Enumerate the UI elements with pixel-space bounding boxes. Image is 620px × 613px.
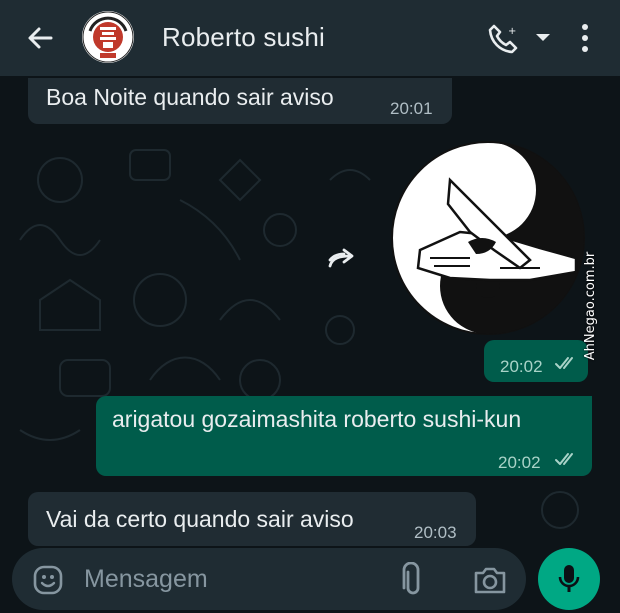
chat-header: Roberto sushi + — [0, 0, 620, 76]
camera-button[interactable] — [472, 564, 508, 596]
chat-title[interactable]: Roberto sushi — [162, 22, 325, 53]
message-text: Vai da certo quando sair aviso — [46, 506, 354, 532]
forward-icon — [328, 248, 354, 268]
sticker-yin-yang[interactable] — [390, 140, 586, 336]
message-text: arigatou gozaimashita roberto sushi-kun — [112, 406, 522, 432]
emoji-icon — [33, 565, 63, 595]
message-time: 20:02 — [500, 357, 543, 376]
phone-icon: + — [488, 24, 518, 54]
double-check-icon — [555, 357, 573, 369]
message-time: 20:01 — [390, 99, 433, 118]
watermark: AhNegao.com.br — [582, 252, 604, 362]
message-incoming[interactable]: Boa Noite quando sair aviso 20:01 — [28, 78, 452, 124]
call-options-dropdown[interactable] — [530, 24, 556, 50]
emoji-button[interactable] — [32, 564, 64, 596]
paperclip-icon — [402, 561, 420, 595]
watermark-text: AhNegao.com.br — [583, 251, 598, 361]
voice-call-button[interactable]: + — [484, 20, 520, 56]
message-time: 20:02 — [498, 453, 541, 472]
message-composer — [12, 548, 526, 610]
forward-button[interactable] — [324, 244, 364, 276]
message-outgoing[interactable]: arigatou gozaimashita roberto sushi-kun … — [96, 396, 592, 476]
chevron-down-icon — [536, 34, 550, 41]
contact-avatar[interactable] — [82, 11, 134, 63]
camera-icon — [474, 567, 506, 594]
double-check-icon — [555, 453, 573, 465]
message-incoming[interactable]: Vai da certo quando sair aviso 20:03 — [28, 492, 476, 546]
message-text: Boa Noite quando sair aviso — [46, 84, 334, 110]
sticker-timestamp-bubble: 20:02 — [484, 340, 588, 382]
microphone-icon — [558, 565, 580, 592]
message-input[interactable] — [84, 562, 384, 596]
message-time: 20:03 — [414, 523, 457, 542]
voice-message-button[interactable] — [538, 548, 600, 610]
back-button[interactable] — [22, 20, 58, 56]
more-vert-icon — [582, 24, 588, 52]
more-options-button[interactable] — [574, 18, 596, 58]
attach-button[interactable] — [398, 561, 428, 598]
back-arrow-icon — [28, 27, 53, 49]
svg-text:+: + — [508, 26, 516, 37]
